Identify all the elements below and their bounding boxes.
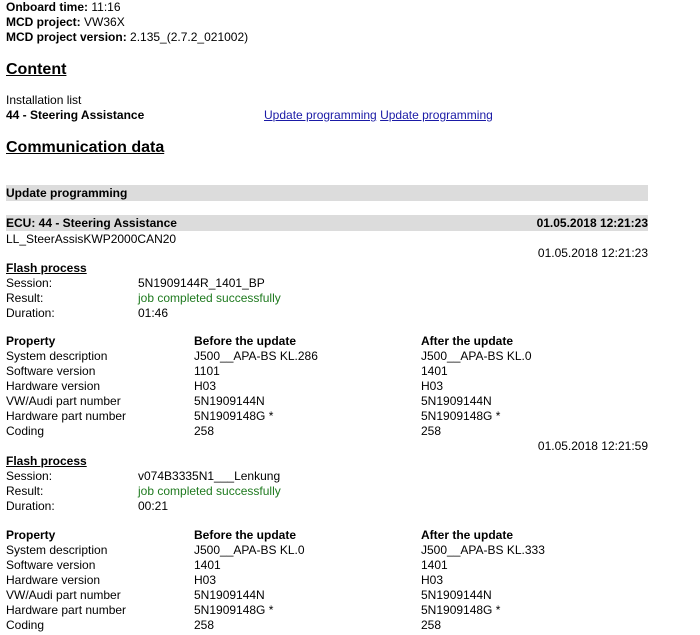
flash2-heading: Flash process xyxy=(6,454,87,468)
mcd-version-label: MCD project version: xyxy=(6,30,127,44)
table1-before-software-version: 1101 xyxy=(194,364,220,378)
mcd-project-label: MCD project: xyxy=(6,15,81,29)
table1-header-after: After the update xyxy=(421,334,514,348)
table2-before-software-version: 1401 xyxy=(194,558,221,572)
table1-prop-coding: Coding xyxy=(6,424,45,438)
flash2-duration-label: Duration: xyxy=(6,499,55,513)
flash2-session-value: v074B3335N1___Lenkung xyxy=(138,469,281,483)
table2-header-before: Before the update xyxy=(194,528,297,542)
table2-prop-hw-part: Hardware part number xyxy=(6,603,127,617)
table1-after-coding: 258 xyxy=(421,424,442,438)
table2-after-software-version: 1401 xyxy=(421,558,448,572)
table1-before-coding: 258 xyxy=(194,424,215,438)
table1-after-system-description: J500__APA-BS KL.0 xyxy=(421,349,532,363)
ecu-timestamp: 01.05.2018 12:21:23 xyxy=(536,216,648,230)
table2-prop-system-description: System description xyxy=(6,543,108,557)
table2-header-property: Property xyxy=(6,528,56,542)
table1-header-property: Property xyxy=(6,334,56,348)
table2-prop-hardware-version: Hardware version xyxy=(6,573,101,587)
table2-before-vw-audi-part: 5N1909144N xyxy=(194,588,265,602)
ecu-subtitle: LL_SteerAssisKWP2000CAN20 xyxy=(6,232,177,246)
flash2-session-label: Session: xyxy=(6,469,53,483)
flash2-timestamp: 01.05.2018 12:21:59 xyxy=(537,439,648,453)
update-programming-link-2[interactable]: Update programming xyxy=(380,108,493,122)
flash1-result-value: job completed successfully xyxy=(138,291,281,305)
table2-header-after: After the update xyxy=(421,528,514,542)
table2-before-coding: 258 xyxy=(194,618,215,632)
table1-prop-hardware-version: Hardware version xyxy=(6,379,101,393)
update-programming-bar: Update programming xyxy=(6,185,648,201)
table2-after-system-description: J500__APA-BS KL.333 xyxy=(421,543,545,557)
flash1-duration-value: 01:46 xyxy=(138,306,169,320)
flash1-duration-label: Duration: xyxy=(6,306,55,320)
table1-after-vw-audi-part: 5N1909144N xyxy=(421,394,492,408)
table1-before-hw-part: 5N1909148G * xyxy=(194,409,274,423)
table1-prop-software-version: Software version xyxy=(6,364,96,378)
table1-after-hw-part: 5N1909148G * xyxy=(421,409,501,423)
table2-before-system-description: J500__APA-BS KL.0 xyxy=(194,543,305,557)
flash1-timestamp: 01.05.2018 12:21:23 xyxy=(537,246,648,260)
flash2-duration-value: 00:21 xyxy=(138,499,169,513)
table2-prop-vw-audi-part: VW/Audi part number xyxy=(6,588,121,602)
ecu-header-bar: ECU: 44 - Steering Assistance 01.05.2018… xyxy=(6,215,648,231)
onboard-time-row: Onboard time: 11:16 xyxy=(6,0,121,14)
flash1-session-label: Session: xyxy=(6,276,53,290)
flash1-heading: Flash process xyxy=(6,261,87,275)
flash1-session-value: 5N1909144R_1401_BP xyxy=(138,276,265,290)
update-programming-bar-title: Update programming xyxy=(6,186,128,200)
table1-before-vw-audi-part: 5N1909144N xyxy=(194,394,265,408)
table1-after-hardware-version: H03 xyxy=(421,379,444,393)
update-links: Update programming Update programming xyxy=(264,108,493,122)
installation-list-label: Installation list xyxy=(6,93,82,107)
mcd-version-row: MCD project version: 2.135_(2.7.2_021002… xyxy=(6,30,248,44)
table1-before-system-description: J500__APA-BS KL.286 xyxy=(194,349,318,363)
mcd-project-value: VW36X xyxy=(84,15,125,29)
communication-heading: Communication data xyxy=(6,139,165,156)
table2-prop-coding: Coding xyxy=(6,618,45,632)
flash2-result-value: job completed successfully xyxy=(138,484,281,498)
table1-after-software-version: 1401 xyxy=(421,364,448,378)
flash1-result-label: Result: xyxy=(6,291,44,305)
content-heading: Content xyxy=(6,61,67,78)
update-programming-link-1[interactable]: Update programming xyxy=(264,108,377,122)
table2-after-hardware-version: H03 xyxy=(421,573,444,587)
table2-before-hw-part: 5N1909148G * xyxy=(194,603,274,617)
mcd-project-row: MCD project: VW36X xyxy=(6,15,125,29)
table2-after-hw-part: 5N1909148G * xyxy=(421,603,501,617)
table2-before-hardware-version: H03 xyxy=(194,573,217,587)
mcd-version-value: 2.135_(2.7.2_021002) xyxy=(130,30,249,44)
table2-prop-software-version: Software version xyxy=(6,558,96,572)
table1-prop-hw-part: Hardware part number xyxy=(6,409,127,423)
onboard-time-value: 11:16 xyxy=(91,0,121,14)
onboard-time-label: Onboard time: xyxy=(6,0,89,14)
table1-prop-vw-audi-part: VW/Audi part number xyxy=(6,394,121,408)
table1-before-hardware-version: H03 xyxy=(194,379,217,393)
installation-item: 44 - Steering Assistance xyxy=(6,108,145,122)
table2-after-coding: 258 xyxy=(421,618,442,632)
ecu-title: ECU: 44 - Steering Assistance xyxy=(6,216,177,230)
table1-header-before: Before the update xyxy=(194,334,297,348)
flash2-result-label: Result: xyxy=(6,484,44,498)
table1-prop-system-description: System description xyxy=(6,349,108,363)
table2-after-vw-audi-part: 5N1909144N xyxy=(421,588,492,602)
